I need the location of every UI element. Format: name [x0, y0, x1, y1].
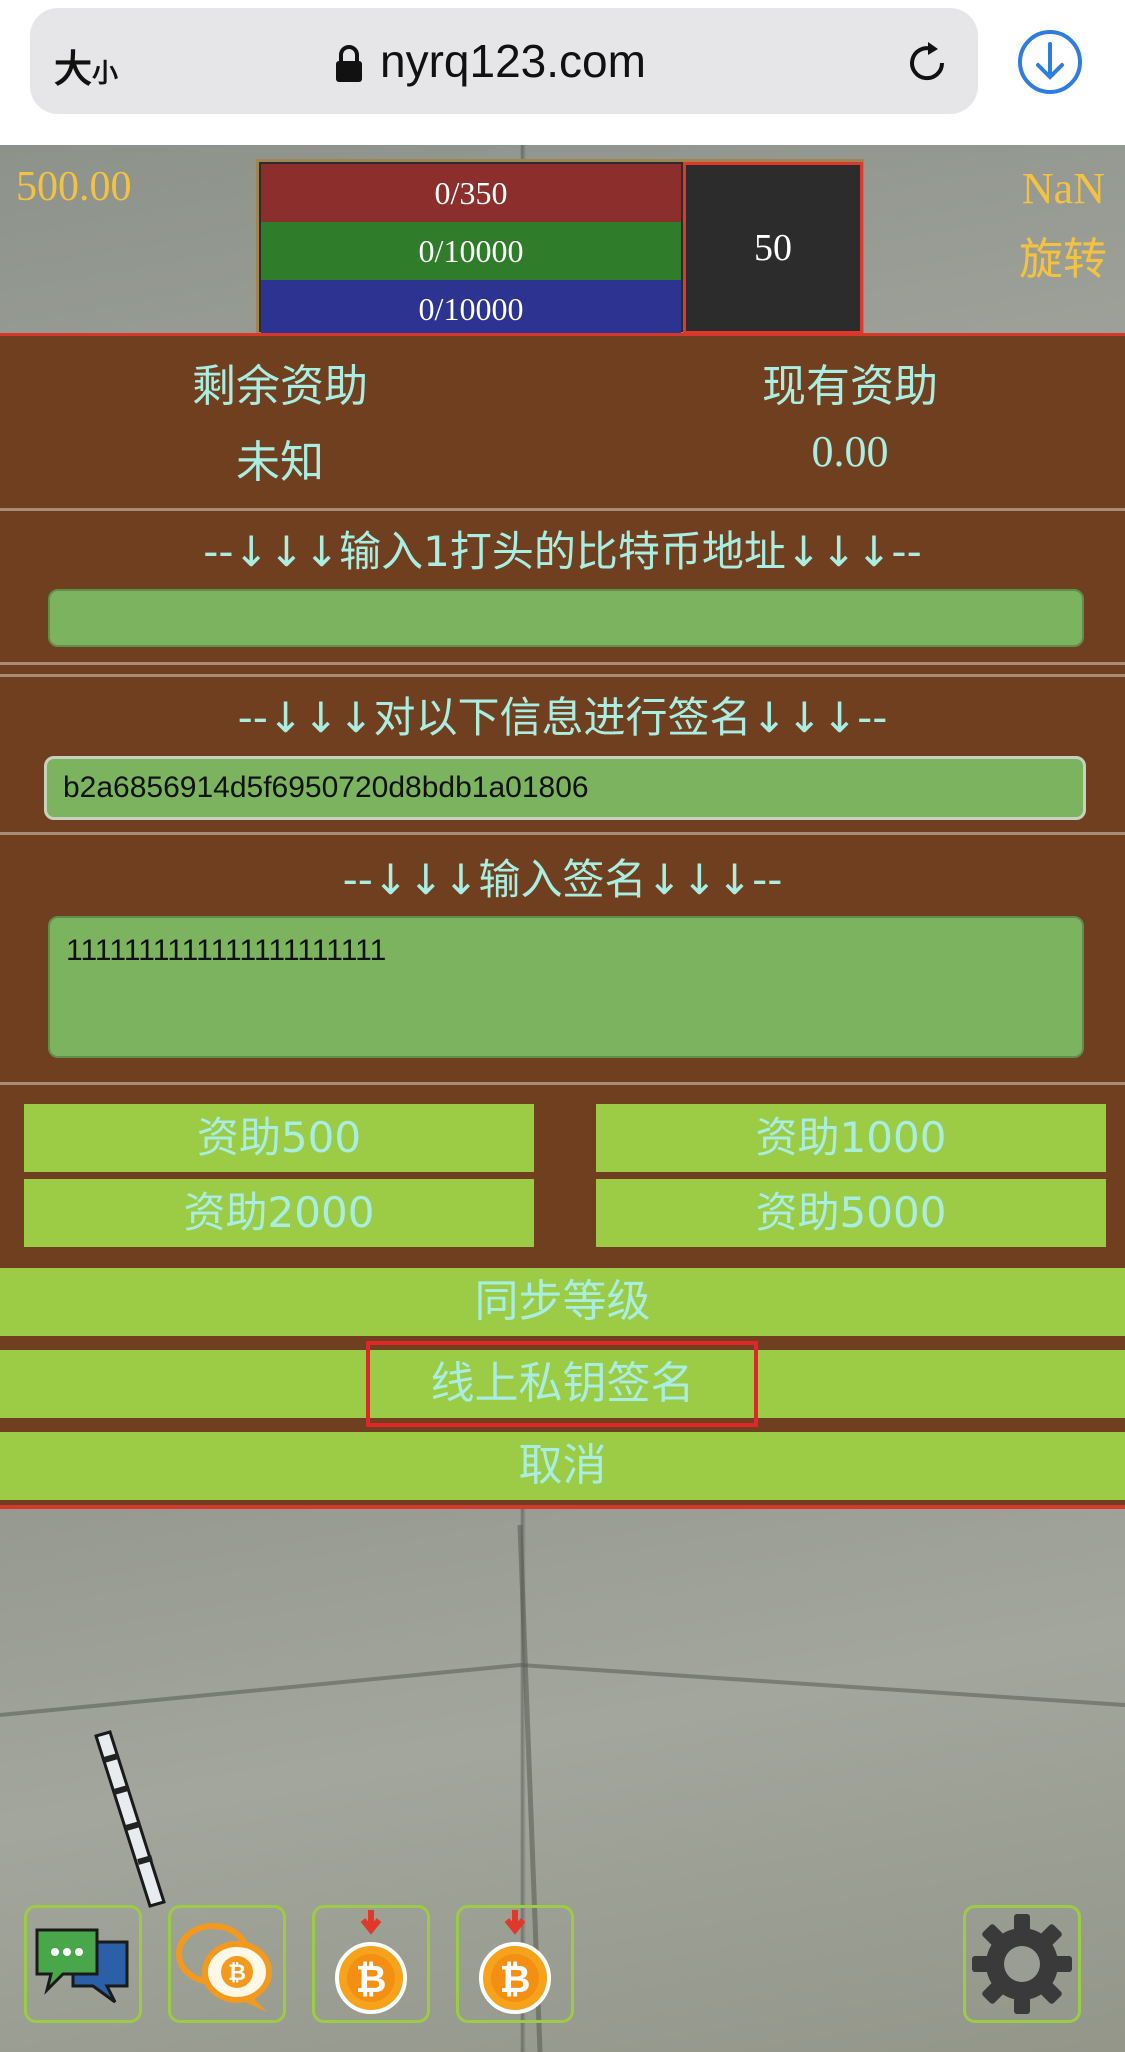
current-funding-value: 0.00 [811, 427, 889, 476]
stat-bar-red: 0/350 [261, 164, 681, 222]
bitcoin-download-button[interactable]: ₿ [456, 1905, 574, 2023]
divider [0, 508, 1125, 511]
stat-bar-green: 0/10000 [261, 222, 681, 280]
address-title: --↓↓↓输入1打头的比特币地址↓↓↓-- [203, 527, 922, 576]
highlight-box [366, 1341, 758, 1427]
lock-icon [336, 45, 362, 82]
cancel-button[interactable]: 取消 [0, 1432, 1125, 1500]
fund-500-button[interactable]: 资助500 [24, 1104, 534, 1172]
signature-input[interactable]: 1111111111111111111111 [48, 916, 1084, 1058]
remaining-funding-value: 未知 [236, 437, 324, 488]
bitcoin-chat-icon: ₿ [176, 1923, 272, 2012]
url-text: nyrq123.com [380, 35, 646, 87]
sign-message-title: --↓↓↓对以下信息进行签名↓↓↓-- [237, 693, 888, 742]
stats-box: 0/350 0/10000 0/10000 50 [256, 159, 864, 338]
funding-panel: 剩余资助 现有资助 未知 0.00 --↓↓↓输入1打头的比特币地址↓↓↓-- … [0, 333, 1125, 1509]
divider [0, 832, 1125, 835]
browser-bar: 大小 nyrq123.com [0, 0, 1125, 145]
stat-bar-blue: 0/10000 [261, 280, 681, 338]
level-box: 50 [683, 162, 863, 334]
svg-text:₿: ₿ [500, 1957, 531, 2001]
remaining-funding-label: 剩余资助 [192, 361, 368, 412]
gear-icon [972, 1914, 1072, 2014]
fund-1000-button[interactable]: 资助1000 [596, 1104, 1106, 1172]
divider [0, 662, 1125, 665]
money-counter: 500.00 [16, 164, 132, 210]
rotate-button[interactable]: 旋转 [1019, 223, 1107, 287]
bitcoin-download-button[interactable]: ₿ [312, 1905, 430, 2023]
bitcoin-address-input[interactable] [48, 589, 1084, 647]
bitcoin-download-icon: ₿ [479, 1910, 551, 2014]
stick-item [94, 1730, 166, 1908]
settings-button[interactable] [963, 1905, 1081, 2023]
sync-level-button[interactable]: 同步等级 [0, 1268, 1125, 1336]
chat-button[interactable] [24, 1905, 142, 2023]
address-bar[interactable]: 大小 nyrq123.com [30, 8, 978, 114]
text-size-big: 大 [54, 47, 93, 91]
download-icon[interactable] [1016, 28, 1084, 96]
game-area[interactable]: 500.00 NaN 旋转 0/350 0/10000 0/10000 50 剩… [0, 145, 1125, 2052]
divider [0, 674, 1125, 677]
current-funding-label: 现有资助 [762, 361, 938, 412]
svg-text:₿: ₿ [356, 1957, 387, 2001]
signature-title: --↓↓↓输入签名↓↓↓-- [342, 855, 783, 904]
nan-readout: NaN [1021, 164, 1105, 213]
bitcoin-download-icon: ₿ [335, 1910, 407, 2014]
chat-icon [35, 1928, 129, 2004]
fund-2000-button[interactable]: 资助2000 [24, 1179, 534, 1247]
reload-icon[interactable] [902, 38, 952, 88]
bitcoin-chat-button[interactable]: ₿ [168, 1905, 286, 2023]
text-size-small: 小 [92, 59, 119, 89]
message-to-sign-field: b2a6856914d5f6950720d8bdb1a01806 [44, 756, 1086, 820]
divider [0, 1082, 1125, 1085]
text-size-button[interactable]: 大小 [54, 38, 118, 93]
svg-text:₿: ₿ [228, 1961, 246, 1986]
fund-5000-button[interactable]: 资助5000 [596, 1179, 1106, 1247]
